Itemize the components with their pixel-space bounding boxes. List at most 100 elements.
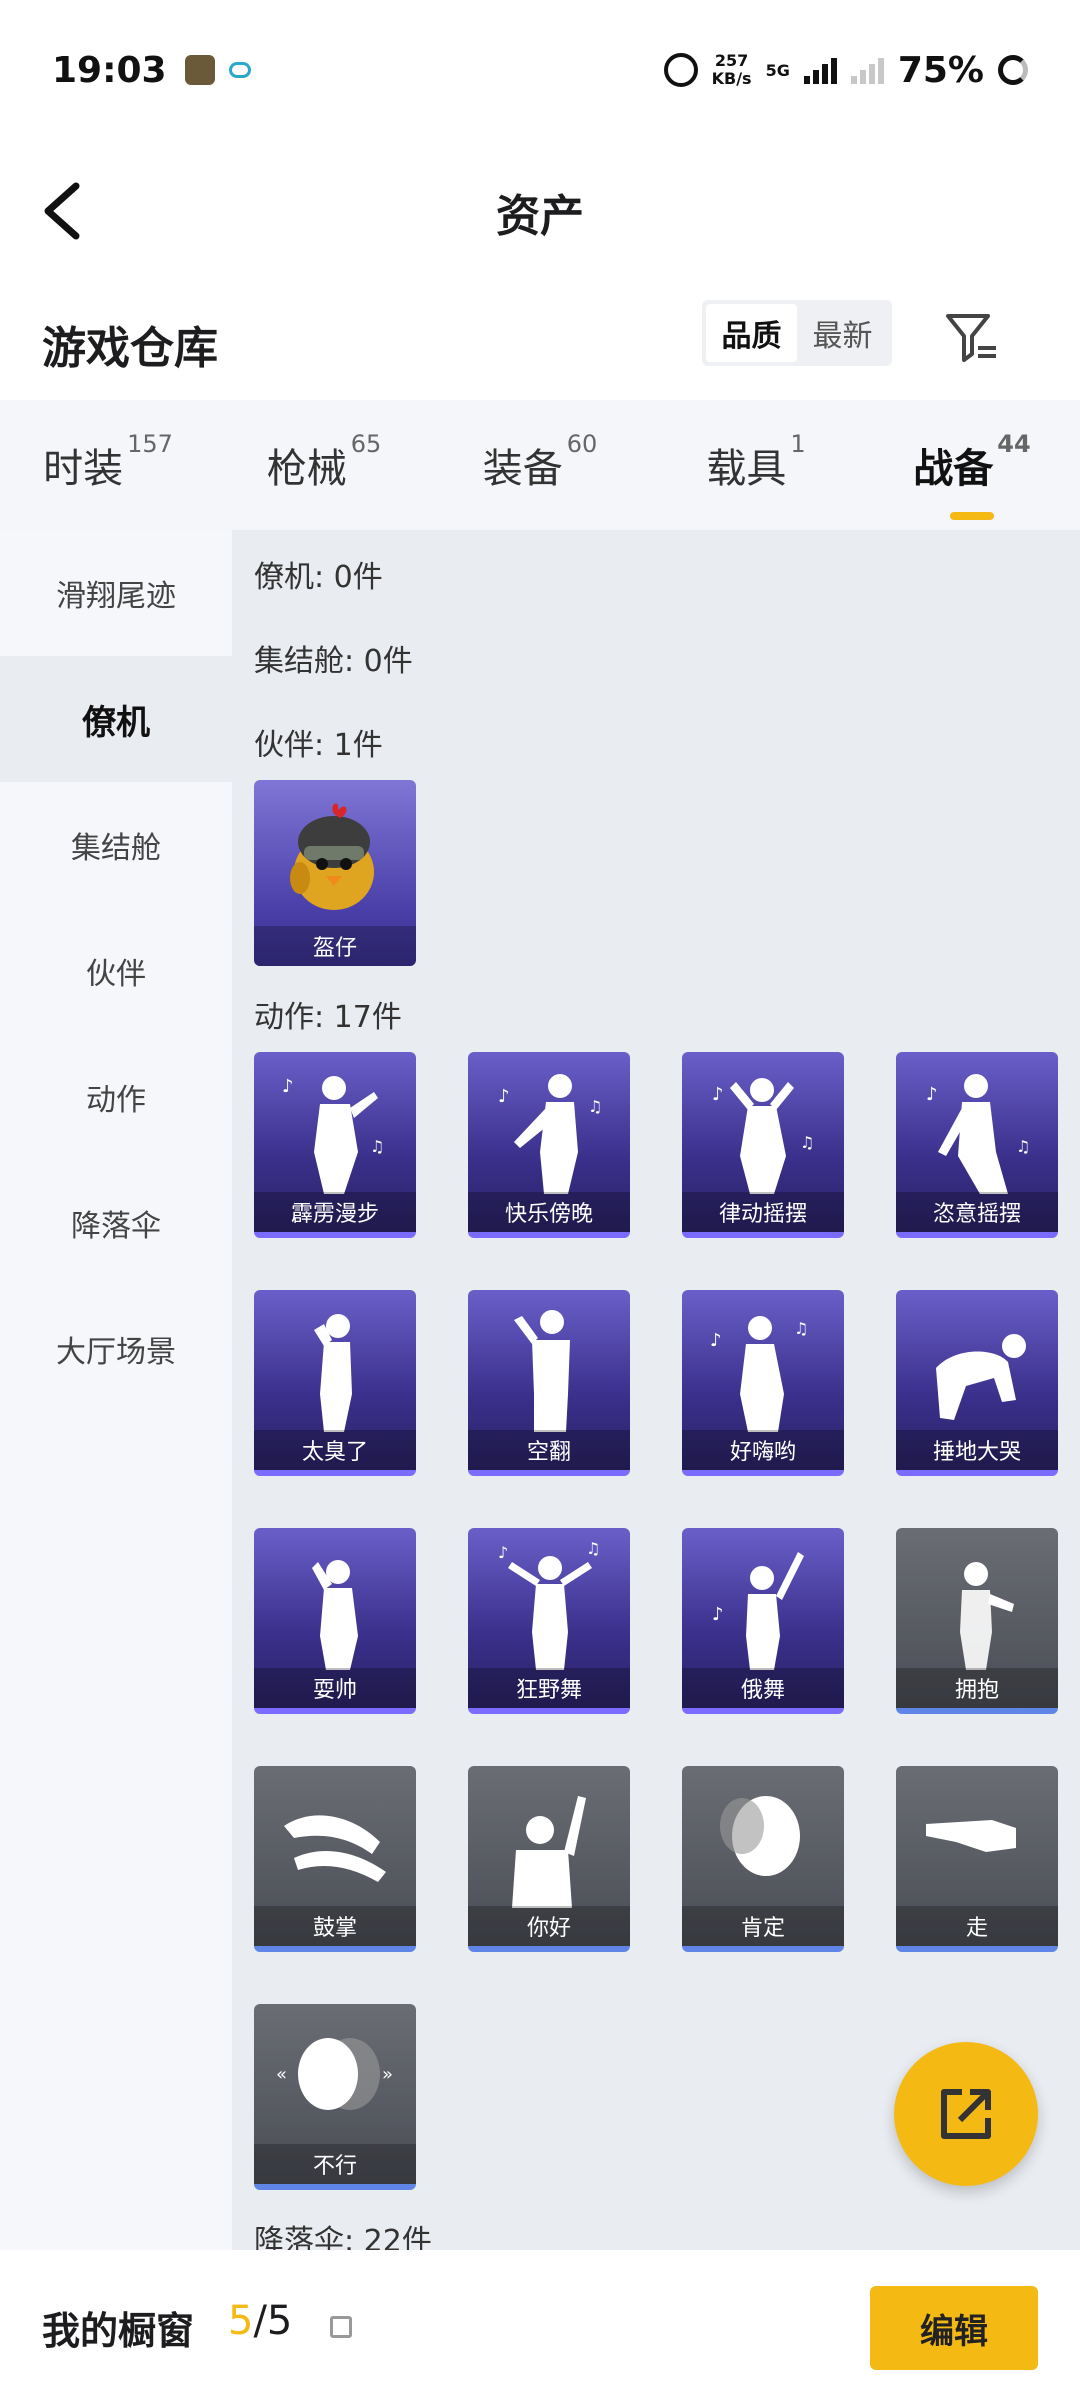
- tab-count: 60: [566, 430, 598, 458]
- status-bar: 19:03 257 KB/s 5G 75%: [0, 0, 1080, 140]
- emote-card[interactable]: 捶地大哭: [896, 1290, 1058, 1476]
- showcase-count: 5/5: [228, 2298, 292, 2344]
- svg-text:♫: ♫: [800, 1133, 814, 1152]
- sort-toggle: 品质 最新: [702, 300, 892, 366]
- svg-text:♫: ♫: [586, 1539, 600, 1558]
- tab-combat-gear[interactable]: 战备44: [864, 430, 1080, 520]
- dancer-icon: ♪♫: [282, 1076, 384, 1194]
- item-grid: 僚机: 0件 集结舱: 0件 伙伴: 1件 盔仔 动作: 17件 ♪ ♫ 霹雳漫步…: [232, 530, 1080, 2250]
- sidebar-item-pod[interactable]: 集结舱: [0, 782, 232, 908]
- dancer-icon: [514, 1310, 570, 1432]
- card-name: 你好: [468, 1906, 630, 1946]
- emote-card[interactable]: «» 不行: [254, 2004, 416, 2190]
- section-emote-count: 动作: 17件: [254, 1000, 402, 1035]
- card-name: 鼓掌: [254, 1906, 416, 1946]
- emote-card[interactable]: ♪ ♫ 好嗨哟: [682, 1290, 844, 1476]
- sidebar-item-parachute[interactable]: 降落伞: [0, 1160, 232, 1286]
- tab-fashion[interactable]: 时装157: [0, 430, 216, 494]
- card-name: 肯定: [682, 1906, 844, 1946]
- cloud-icon: [228, 62, 251, 78]
- sidebar-item-lobby[interactable]: 大厅场景: [0, 1286, 232, 1412]
- section-partner-count: 伙伴: 1件: [254, 728, 383, 763]
- dancer-icon: ♪♫: [498, 1539, 600, 1670]
- svg-text:♪: ♪: [712, 1604, 724, 1625]
- tab-equipment[interactable]: 装备60: [432, 430, 648, 494]
- sort-newest-button[interactable]: 最新: [797, 304, 888, 362]
- sort-quality-button[interactable]: 品质: [706, 304, 797, 362]
- sidebar-item-partner[interactable]: 伙伴: [0, 908, 232, 1034]
- card-name: 空翻: [468, 1430, 630, 1470]
- app-header: 资产: [0, 140, 1080, 290]
- count-total: /5: [253, 2298, 293, 2344]
- head-shake-icon: «»: [276, 2038, 393, 2110]
- svg-text:♪: ♪: [926, 1084, 938, 1105]
- section-parachute-count: 降落伞: 22件: [254, 2224, 432, 2250]
- card-name: 走: [896, 1906, 1058, 1946]
- sidebar-item-emote[interactable]: 动作: [0, 1034, 232, 1160]
- svg-text:♫: ♫: [1016, 1137, 1030, 1156]
- emote-card[interactable]: 太臭了: [254, 1290, 416, 1476]
- card-name: 不行: [254, 2144, 416, 2184]
- sidebar-item-wingman[interactable]: 僚机: [0, 656, 232, 782]
- emote-card[interactable]: 肯定: [682, 1766, 844, 1952]
- tab-label: 枪械: [266, 446, 347, 492]
- svg-text:♪: ♪: [498, 1086, 510, 1107]
- partner-card[interactable]: 盔仔: [254, 780, 416, 966]
- emote-card[interactable]: 走: [896, 1766, 1058, 1952]
- point-icon: [926, 1820, 1016, 1852]
- showcase-bar: 我的橱窗 5/5 编辑: [0, 2250, 1080, 2400]
- section-pod-count: 集结舱: 0件: [254, 644, 413, 679]
- svg-text:«: «: [276, 2064, 287, 2085]
- tab-label: 战备: [913, 446, 994, 492]
- share-button[interactable]: [894, 2042, 1038, 2186]
- edit-button[interactable]: 编辑: [870, 2286, 1038, 2370]
- emote-card[interactable]: ♪ ♫ 律动摇摆: [682, 1052, 844, 1238]
- card-name: 快乐傍晚: [468, 1192, 630, 1232]
- sidebar-item-glide-trail[interactable]: 滑翔尾迹: [0, 530, 232, 656]
- card-name: 盔仔: [254, 926, 416, 966]
- emote-card[interactable]: ♪ ♫ 霹雳漫步: [254, 1052, 416, 1238]
- category-tabs: 时装157 枪械65 装备60 载具1 战备44: [0, 400, 1080, 530]
- card-name: 律动摇摆: [682, 1192, 844, 1232]
- dancer-icon: [314, 1314, 352, 1432]
- dancer-icon: ♪♫: [498, 1074, 602, 1194]
- svg-text:♫: ♫: [794, 1319, 808, 1338]
- subcategory-sidebar: 滑翔尾迹 僚机 集结舱 伙伴 动作 降落伞 大厅场景: [0, 530, 232, 2250]
- svg-text:♪: ♪: [712, 1084, 724, 1105]
- tab-vehicles[interactable]: 载具1: [648, 430, 864, 494]
- dancer-icon: ♪♫: [712, 1078, 814, 1194]
- emote-card[interactable]: ♪ ♫ 狂野舞: [468, 1528, 630, 1714]
- tab-label: 载具: [706, 446, 787, 492]
- emote-card[interactable]: 拥抱: [896, 1528, 1058, 1714]
- tab-label: 装备: [482, 446, 563, 492]
- card-name: 耍帅: [254, 1668, 416, 1708]
- hug-icon: [960, 1562, 1014, 1670]
- card-name: 霹雳漫步: [254, 1192, 416, 1232]
- card-name: 恣意摇摆: [896, 1192, 1058, 1232]
- tab-count: 44: [997, 430, 1031, 458]
- emote-card[interactable]: ♪ ♫ 快乐傍晚: [468, 1052, 630, 1238]
- emote-card[interactable]: 鼓掌: [254, 1766, 416, 1952]
- speed-value: 257: [714, 51, 749, 70]
- tab-count: 65: [350, 430, 382, 458]
- card-name: 俄舞: [682, 1668, 844, 1708]
- emote-card[interactable]: 耍帅: [254, 1528, 416, 1714]
- section-title: 游戏仓库: [42, 323, 218, 374]
- tab-label: 时装: [43, 446, 124, 492]
- tab-count: 157: [127, 430, 173, 458]
- emote-card[interactable]: 你好: [468, 1766, 630, 1952]
- dancer-icon: ♪♫: [926, 1074, 1030, 1194]
- dancer-icon: [312, 1560, 358, 1670]
- tab-guns[interactable]: 枪械65: [216, 430, 432, 494]
- emote-card[interactable]: ♪ ♫ 恣意摇摆: [896, 1052, 1058, 1238]
- dancer-icon: ♪♫: [710, 1316, 808, 1432]
- card-name: 拥抱: [896, 1668, 1058, 1708]
- alarm-icon: [663, 53, 698, 87]
- emote-card[interactable]: 空翻: [468, 1290, 630, 1476]
- network-type: 5G: [765, 60, 790, 80]
- filter-icon[interactable]: [944, 310, 1000, 366]
- emote-card[interactable]: ♪ 俄舞: [682, 1528, 844, 1714]
- signal-icon: [803, 56, 837, 84]
- svg-text:♪: ♪: [282, 1076, 294, 1097]
- count-current: 5: [228, 2298, 254, 2344]
